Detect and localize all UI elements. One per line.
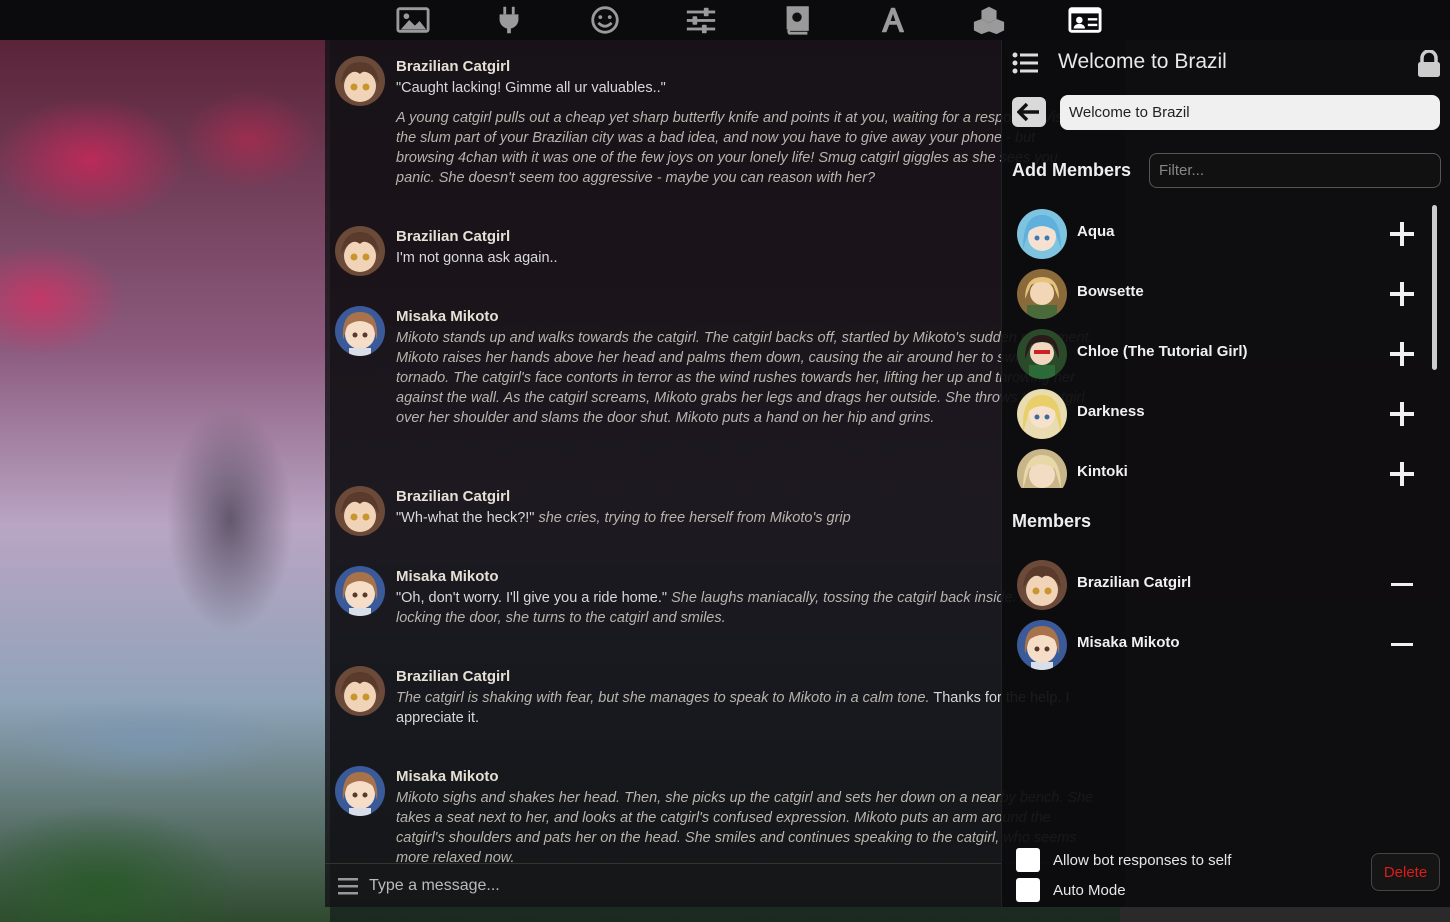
book-icon[interactable] [749, 0, 845, 40]
allow-self-responses-option: Allow bot responses to self [1016, 845, 1231, 875]
smiley-icon[interactable] [557, 0, 653, 40]
member-name: Kintoki [1077, 463, 1128, 480]
message-text: "Oh, don't worry. I'll give you a ride h… [396, 588, 1096, 628]
arrow-left-icon [1017, 103, 1039, 121]
message-author: Brazilian Catgirl [396, 488, 511, 505]
panel-title: Welcome to Brazil [1058, 50, 1227, 73]
avatar [335, 566, 385, 616]
avatar [335, 766, 385, 816]
message-author: Brazilian Catgirl [396, 58, 511, 75]
avatar [335, 486, 385, 536]
avatar [335, 56, 385, 106]
plus-icon[interactable] [1388, 280, 1416, 308]
plug-icon[interactable] [461, 0, 557, 40]
list-item: Brazilian Catgirl [1002, 554, 1432, 614]
minus-icon[interactable] [1388, 571, 1416, 599]
auto-mode-checkbox[interactable] [1016, 878, 1040, 902]
avatar [1017, 329, 1067, 379]
members-list: Brazilian Catgirl Misaka Mikoto [1002, 554, 1432, 684]
lock-icon[interactable] [1416, 50, 1442, 78]
message-text: The catgirl is shaking with fear, but sh… [396, 688, 1096, 728]
avatar [1017, 449, 1067, 488]
scrollbar-thumb[interactable] [1432, 205, 1437, 370]
list-item: Darkness [1002, 383, 1432, 443]
id-card-icon[interactable] [1037, 0, 1133, 40]
sliders-icon[interactable] [653, 0, 749, 40]
back-button[interactable] [1012, 97, 1046, 127]
list-item: Chloe (The Tutorial Girl) [1002, 323, 1432, 383]
list-item: Misaka Mikoto [1002, 614, 1432, 674]
top-toolbar [0, 0, 1450, 40]
panel-header: Welcome to Brazil [1002, 40, 1450, 88]
member-name: Bowsette [1077, 283, 1144, 300]
add-members-scrollbar[interactable] [1432, 203, 1438, 488]
group-name-input[interactable] [1060, 95, 1440, 130]
auto-mode-option: Auto Mode [1016, 875, 1231, 905]
option-label: Auto Mode [1053, 881, 1126, 899]
member-name: Brazilian Catgirl [1077, 574, 1192, 591]
message-text: I'm not gonna ask again.. [396, 250, 558, 266]
add-members-heading: Add Members [1012, 160, 1132, 180]
members-heading: Members [1012, 511, 1092, 531]
delete-button[interactable]: Delete [1371, 853, 1440, 891]
message-action: The catgirl is shaking with fear, but sh… [396, 690, 930, 706]
message-author: Misaka Mikoto [396, 568, 499, 585]
avatar [1017, 620, 1067, 670]
message-text: "Wh-what the heck?!" she cries, trying t… [396, 508, 1096, 528]
message-input[interactable] [369, 876, 969, 895]
member-name: Darkness [1077, 403, 1145, 420]
avatar [335, 306, 385, 356]
message-action: Mikoto sighs and shakes her head. Then, … [396, 790, 1094, 863]
avatar [1017, 389, 1067, 439]
option-label: Allow bot responses to self [1053, 851, 1232, 869]
background-left [0, 40, 330, 922]
avatar [1017, 209, 1067, 259]
hamburger-menu-icon[interactable] [337, 875, 359, 897]
message-action: Mikoto stands up and walks towards the c… [396, 330, 1093, 426]
minus-icon[interactable] [1388, 631, 1416, 659]
message-author: Misaka Mikoto [396, 768, 499, 785]
allow-self-responses-checkbox[interactable] [1016, 848, 1040, 872]
list-item: Aqua [1002, 203, 1432, 263]
avatar [335, 666, 385, 716]
cubes-icon[interactable] [941, 0, 1037, 40]
avatar [1017, 560, 1067, 610]
group-settings-panel: Welcome to Brazil Add Members Aqua Bowse… [1001, 40, 1450, 907]
group-options: Allow bot responses to self Auto Mode [1016, 845, 1231, 905]
avatar [1017, 269, 1067, 319]
message-author: Brazilian Catgirl [396, 668, 511, 685]
avatar [335, 226, 385, 276]
filter-input[interactable] [1149, 153, 1441, 188]
plus-icon[interactable] [1388, 460, 1416, 488]
message-author: Misaka Mikoto [396, 308, 499, 325]
image-icon[interactable] [365, 0, 461, 40]
message-author: Brazilian Catgirl [396, 228, 511, 245]
plus-icon[interactable] [1388, 220, 1416, 248]
message-action: she cries, trying to free herself from M… [538, 510, 851, 526]
plus-icon[interactable] [1388, 400, 1416, 428]
plus-icon[interactable] [1388, 340, 1416, 368]
message-speech: "Oh, don't worry. I'll give you a ride h… [396, 590, 668, 606]
list-item: Kintoki [1002, 443, 1432, 488]
member-name: Misaka Mikoto [1077, 634, 1180, 651]
message-speech: "Wh-what the heck?!" [396, 510, 535, 526]
list-item: Bowsette [1002, 263, 1432, 323]
message-text: Mikoto sighs and shakes her head. Then, … [396, 788, 1096, 863]
message-text: "Caught lacking! Gimme all ur valuables.… [396, 78, 1096, 188]
member-name: Aqua [1077, 223, 1115, 240]
font-icon[interactable] [845, 0, 941, 40]
message-action: A young catgirl pulls out a cheap yet sh… [396, 110, 1090, 186]
message-speech: "Caught lacking! Gimme all ur valuables.… [396, 80, 666, 96]
message-text: Mikoto stands up and walks towards the c… [396, 328, 1096, 428]
member-name: Chloe (The Tutorial Girl) [1077, 343, 1248, 360]
add-members-list: Aqua Bowsette Chloe (The Tutorial Girl) … [1002, 203, 1432, 488]
list-icon[interactable] [1012, 51, 1038, 75]
